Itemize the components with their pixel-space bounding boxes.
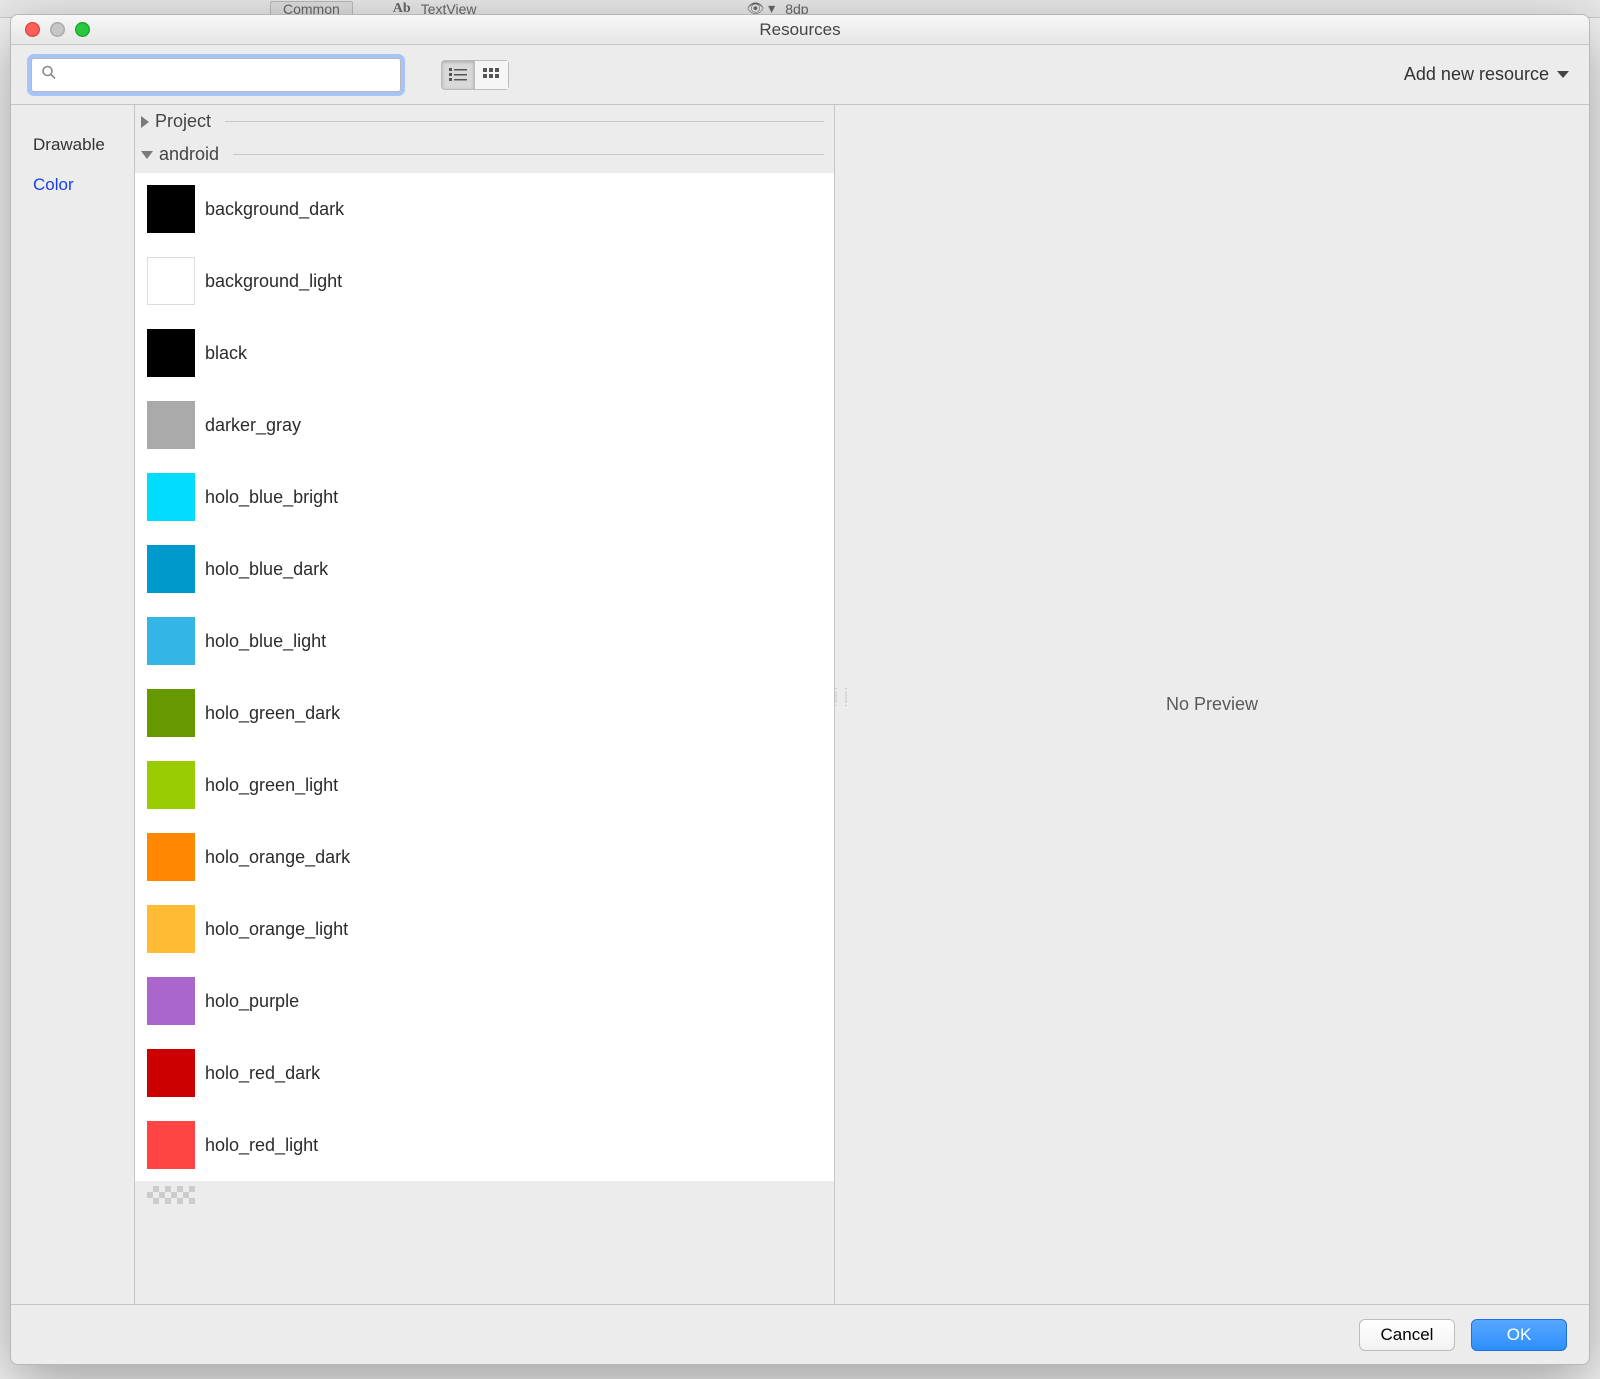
color-swatch xyxy=(147,473,195,521)
list-view-button[interactable] xyxy=(441,60,475,90)
ok-button[interactable]: OK xyxy=(1471,1319,1567,1351)
group-header-project[interactable]: Project xyxy=(135,105,834,138)
color-item[interactable] xyxy=(135,1181,834,1209)
color-name-label: holo_red_light xyxy=(205,1135,318,1156)
color-name-label: holo_blue_light xyxy=(205,631,326,652)
add-new-resource-dropdown[interactable]: Add new resource xyxy=(1404,64,1569,85)
color-item[interactable]: background_light xyxy=(135,245,834,317)
color-swatch xyxy=(147,833,195,881)
color-swatch xyxy=(147,257,195,305)
preview-pane: ⋮⋮⋮⋮⋮⋮ No Preview xyxy=(835,105,1589,1304)
resource-type-sidebar: Drawable Color xyxy=(11,105,135,1304)
group-name: android xyxy=(159,144,219,165)
color-name-label: background_light xyxy=(205,271,342,292)
group-header-android[interactable]: android xyxy=(135,138,834,171)
cancel-button[interactable]: Cancel xyxy=(1359,1319,1455,1351)
color-swatch xyxy=(147,185,195,233)
color-swatch xyxy=(147,1121,195,1169)
titlebar: Resources xyxy=(11,15,1589,45)
color-swatch xyxy=(147,977,195,1025)
color-swatch xyxy=(147,401,195,449)
color-item[interactable]: holo_red_light xyxy=(135,1109,834,1181)
color-name-label: black xyxy=(205,343,247,364)
resources-dialog: Resources Add new resource Drawable xyxy=(10,14,1590,1365)
color-swatch xyxy=(147,1049,195,1097)
color-name-label: holo_blue_bright xyxy=(205,487,338,508)
color-name-label: holo_green_dark xyxy=(205,703,340,724)
color-swatch xyxy=(147,761,195,809)
group-name: Project xyxy=(155,111,211,132)
preview-placeholder: No Preview xyxy=(1166,694,1258,715)
disclosure-triangle-icon xyxy=(141,151,153,159)
color-item[interactable]: holo_orange_light xyxy=(135,893,834,965)
color-item[interactable]: darker_gray xyxy=(135,389,834,461)
disclosure-triangle-icon xyxy=(141,116,149,128)
color-item[interactable]: holo_green_dark xyxy=(135,677,834,749)
color-name-label: holo_purple xyxy=(205,991,299,1012)
color-name-label: holo_orange_dark xyxy=(205,847,350,868)
resource-list-pane[interactable]: Project android background_dark backgroun… xyxy=(135,105,835,1304)
color-name-label: holo_orange_light xyxy=(205,919,348,940)
color-item[interactable]: holo_purple xyxy=(135,965,834,1037)
color-name-label: holo_red_dark xyxy=(205,1063,320,1084)
add-new-resource-label: Add new resource xyxy=(1404,64,1549,85)
toolbar: Add new resource xyxy=(11,45,1589,105)
color-name-label: background_dark xyxy=(205,199,344,220)
color-swatch xyxy=(147,689,195,737)
color-name-label: holo_blue_dark xyxy=(205,559,328,580)
color-item[interactable]: holo_blue_light xyxy=(135,605,834,677)
color-swatch xyxy=(147,329,195,377)
color-swatch xyxy=(147,617,195,665)
splitter-handle[interactable]: ⋮⋮⋮⋮⋮⋮ xyxy=(831,690,839,720)
dialog-footer: Cancel OK xyxy=(11,1304,1589,1364)
view-mode-toggle xyxy=(441,60,509,90)
color-item[interactable]: black xyxy=(135,317,834,389)
sidebar-item-color[interactable]: Color xyxy=(11,165,134,205)
search-input[interactable] xyxy=(31,58,401,92)
color-item[interactable]: holo_red_dark xyxy=(135,1037,834,1109)
color-swatch-transparent xyxy=(147,1186,195,1204)
color-swatch xyxy=(147,545,195,593)
color-name-label: holo_green_light xyxy=(205,775,338,796)
color-item[interactable]: holo_orange_dark xyxy=(135,821,834,893)
color-item[interactable]: holo_blue_dark xyxy=(135,533,834,605)
sidebar-item-label: Color xyxy=(33,175,74,194)
search-icon xyxy=(41,64,57,85)
chevron-down-icon xyxy=(1557,71,1569,78)
grid-view-button[interactable] xyxy=(475,60,509,90)
color-item[interactable]: holo_green_light xyxy=(135,749,834,821)
color-item[interactable]: background_dark xyxy=(135,173,834,245)
color-name-label: darker_gray xyxy=(205,415,301,436)
color-item[interactable]: holo_blue_bright xyxy=(135,461,834,533)
sidebar-item-drawable[interactable]: Drawable xyxy=(11,125,134,165)
sidebar-item-label: Drawable xyxy=(33,135,105,154)
dialog-title: Resources xyxy=(11,20,1589,40)
color-swatch xyxy=(147,905,195,953)
